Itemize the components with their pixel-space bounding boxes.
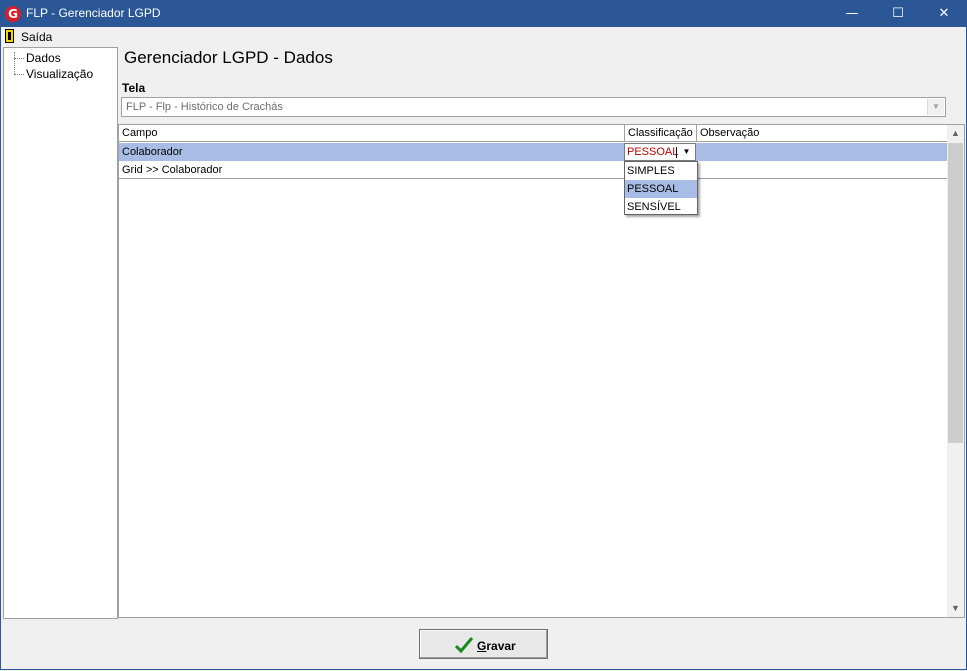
cell-campo[interactable]: Colaborador — [119, 143, 625, 161]
app-logo-icon: G — [5, 6, 21, 22]
column-header-classificacao[interactable]: Classificação — [625, 125, 697, 142]
tela-select-value: FLP - Flp - Histórico de Crachás — [126, 101, 283, 113]
vertical-scrollbar[interactable]: ▲ ▼ — [947, 125, 964, 617]
table-row[interactable]: Grid >> Colaborador — [119, 161, 947, 179]
table-row[interactable]: Colaborador — [119, 143, 947, 161]
chevron-down-icon[interactable]: ▼ — [927, 99, 944, 115]
classificacao-editor-value: PESSOAL — [627, 146, 679, 158]
navigation-tree: Dados Visualização — [3, 47, 118, 619]
gravar-button[interactable]: Gravar — [419, 629, 548, 659]
classificacao-combo-editor[interactable]: PESSOAL ▼ — [624, 143, 696, 161]
cell-observacao[interactable] — [697, 143, 947, 161]
minimize-button[interactable]: — — [829, 0, 875, 27]
close-button[interactable]: ✕ — [921, 0, 967, 27]
tree-item-label: Visualização — [26, 67, 94, 81]
dropdown-option-simples[interactable]: SIMPLES — [625, 162, 697, 180]
tree-item-dados[interactable]: Dados — [4, 50, 114, 66]
page-title: Gerenciador LGPD - Dados — [124, 48, 333, 67]
scrollbar-thumb[interactable] — [948, 143, 963, 443]
checkmark-icon — [455, 637, 473, 654]
menu-exit-label: Saída — [21, 30, 53, 44]
column-header-observacao[interactable]: Observação — [697, 125, 947, 142]
tree-item-label: Dados — [26, 51, 61, 65]
cell-observacao[interactable] — [697, 161, 947, 179]
cell-campo[interactable]: Grid >> Colaborador — [119, 161, 625, 179]
window-title: FLP - Gerenciador LGPD — [26, 6, 161, 20]
tree-item-visualizacao[interactable]: Visualização — [4, 66, 114, 82]
tela-label: Tela — [122, 81, 146, 95]
fields-grid: Campo Classificação Observação Colaborad… — [118, 124, 965, 618]
dropdown-option-sensivel[interactable]: SENSÍVEL — [625, 198, 697, 216]
menu-bar: Saída — [1, 27, 966, 46]
tela-select[interactable]: FLP - Flp - Histórico de Crachás ▼ — [121, 97, 946, 117]
maximize-button[interactable]: ☐ — [875, 0, 921, 27]
scroll-up-arrow-icon[interactable]: ▲ — [947, 125, 964, 142]
chevron-down-icon[interactable]: ▼ — [679, 145, 694, 159]
gravar-button-label: Gravar — [477, 639, 516, 653]
text-caret — [676, 147, 677, 158]
menu-exit[interactable]: Saída — [1, 27, 53, 46]
scroll-down-arrow-icon[interactable]: ▼ — [947, 600, 964, 617]
column-header-campo[interactable]: Campo — [119, 125, 625, 142]
title-bar: G FLP - Gerenciador LGPD — ☐ ✕ — [0, 0, 967, 27]
door-exit-icon — [5, 29, 14, 43]
classificacao-dropdown: SIMPLES PESSOAL SENSÍVEL — [624, 161, 698, 215]
dropdown-option-pessoal[interactable]: PESSOAL — [625, 180, 697, 198]
